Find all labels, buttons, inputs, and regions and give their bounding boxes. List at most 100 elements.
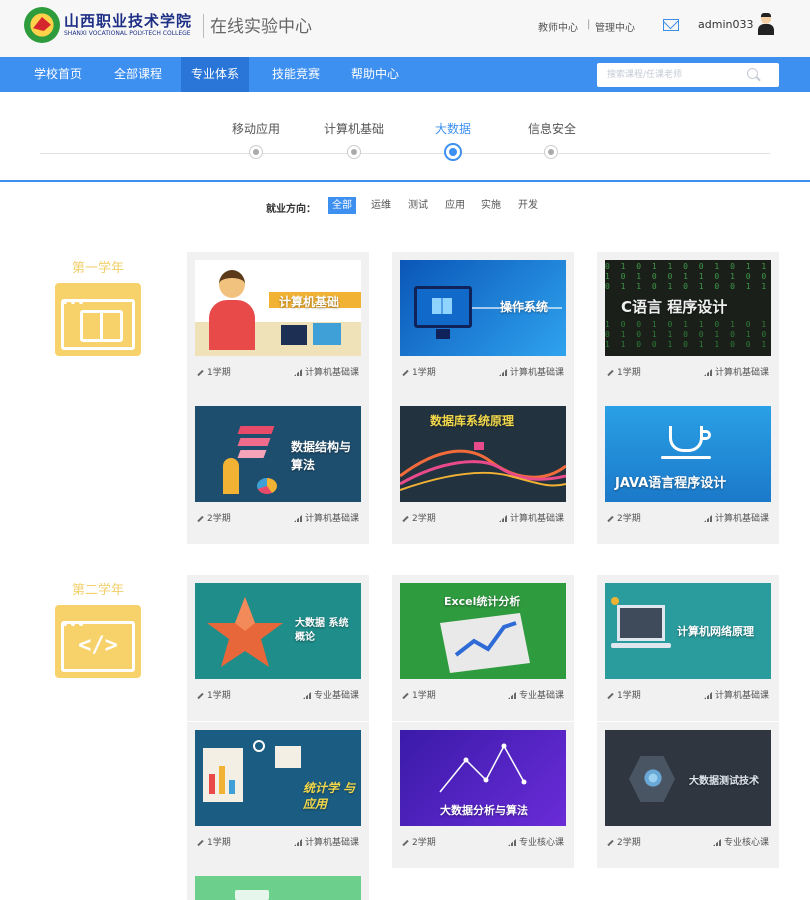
pencil-icon <box>197 515 204 522</box>
tab-dot-big-data[interactable] <box>444 143 462 161</box>
username[interactable]: admin033 <box>698 18 753 31</box>
level-icon <box>293 369 302 376</box>
admin-center-link[interactable]: 管理中心 <box>595 19 635 34</box>
course-card[interactable]: 统计学 与应用 1学期 计算机基础课 <box>187 722 369 868</box>
course-meta: 2学期 计算机基础课 <box>402 511 564 525</box>
level-icon <box>302 692 311 699</box>
course-card[interactable]: 大数据 系统概论 1学期 专业基础课 <box>187 575 369 721</box>
course-term: 1学期 <box>207 691 231 701</box>
year-one-title: 第一学年 <box>71 261 124 276</box>
course-thumbnail[interactable]: Excel统计分析 <box>400 583 566 679</box>
course-title: 大数据 系统概论 <box>295 618 349 643</box>
level-icon <box>703 692 712 699</box>
nav-item-help[interactable]: 帮助中心 <box>341 57 409 92</box>
course-thumbnail[interactable]: 大数据分析与算法 <box>400 730 566 826</box>
course-term: 2学期 <box>617 514 641 524</box>
nav-item-home[interactable]: 学校首页 <box>24 57 92 92</box>
course-thumbnail[interactable]: 0 1 0 1 1 0 0 1 0 1 11 0 1 0 0 1 1 0 1 0… <box>605 260 771 356</box>
course-card[interactable]: 大数据测试技术 2学期 专业核心课 <box>597 722 779 868</box>
filter-option-development[interactable]: 开发 <box>514 197 542 214</box>
tab-info-security[interactable]: 信息安全 <box>512 120 592 137</box>
pencil-icon <box>402 369 409 376</box>
level-icon <box>507 839 516 846</box>
course-term: 2学期 <box>412 838 436 848</box>
level-icon <box>293 839 302 846</box>
mail-icon[interactable] <box>663 19 679 31</box>
level-icon <box>703 515 712 522</box>
school-name[interactable]: 山西职业技术学院 <box>64 10 192 31</box>
tab-dot-info-security[interactable] <box>544 145 558 159</box>
level-icon <box>703 369 712 376</box>
teacher-center-link[interactable]: 教师中心 <box>538 19 578 34</box>
nav-item-all-courses[interactable]: 全部课程 <box>104 57 172 92</box>
header-divider <box>203 14 204 38</box>
tab-dot-mobile-apps[interactable] <box>249 145 263 159</box>
pencil-icon <box>607 839 614 846</box>
course-card[interactable]: JAVA语言程序设计 2学期 计算机基础课 <box>597 398 779 544</box>
course-card[interactable]: 操作系统 1学期 计算机基础课 <box>392 252 574 398</box>
course-title: 数据库系统原理 <box>430 414 515 428</box>
course-term: 1学期 <box>617 368 641 378</box>
filter-label: 就业方向： <box>266 204 316 215</box>
course-thumbnail[interactable]: 大数据测试技术 <box>605 730 771 826</box>
course-card[interactable]: 计算机基础 1学期 计算机基础课 <box>187 252 369 398</box>
course-thumbnail[interactable]: 操作系统 <box>400 260 566 356</box>
tab-mobile-apps[interactable]: 移动应用 <box>216 120 296 137</box>
course-card[interactable]: 大数据分析与算法 2学期 专业核心课 <box>392 722 574 868</box>
avatar[interactable] <box>758 13 774 35</box>
course-title: 计算机基础 <box>279 295 340 309</box>
course-meta: 1学期 计算机基础课 <box>197 365 359 379</box>
course-title: 大数据测试技术 <box>689 776 759 787</box>
course-thumbnail[interactable]: JAVA语言程序设计 <box>605 406 771 502</box>
tab-computer-basics[interactable]: 计算机基础 <box>314 120 394 137</box>
course-type: 专业核心课 <box>518 838 564 848</box>
course-thumbnail[interactable]: 数据结构与算法 <box>195 406 361 502</box>
course-type: 计算机基础课 <box>509 514 564 524</box>
course-thumbnail[interactable]: 计算机网络原理 <box>605 583 771 679</box>
pencil-icon <box>197 369 204 376</box>
course-thumbnail[interactable]: 数据库系统原理 <box>400 406 566 502</box>
course-thumbnail[interactable]: 计算机基础 <box>195 260 361 356</box>
course-thumbnail[interactable]: 大数据 系统概论 <box>195 583 361 679</box>
pencil-icon <box>402 839 409 846</box>
course-thumbnail[interactable]: 统计学 与应用 <box>195 730 361 826</box>
course-title: 操作系统 <box>500 300 549 314</box>
tab-dot-computer-basics[interactable] <box>347 145 361 159</box>
filter-option-ops[interactable]: 运维 <box>367 197 395 214</box>
book-icon <box>55 283 141 356</box>
course-card[interactable]: 计算机网络原理 1学期 计算机基础课 <box>597 575 779 721</box>
search-icon[interactable] <box>747 68 758 79</box>
course-meta: 1学期 专业基础课 <box>402 688 564 702</box>
nav-item-curriculum[interactable]: 专业体系 <box>181 57 250 92</box>
course-card[interactable]: Excel统计分析 1学期 专业基础课 <box>392 575 574 721</box>
filter-option-application[interactable]: 应用 <box>441 197 469 214</box>
year-two-title: 第二学年 <box>71 583 124 598</box>
course-meta: 1学期 计算机基础课 <box>607 688 769 702</box>
tab-big-data[interactable]: 大数据 <box>413 120 493 137</box>
school-logo-icon[interactable] <box>24 7 60 43</box>
course-meta: 2学期 专业核心课 <box>607 835 769 849</box>
filter-option-implementation[interactable]: 实施 <box>477 197 505 214</box>
course-card[interactable]: 数据结构与算法 2学期 计算机基础课 <box>187 398 369 544</box>
course-term: 1学期 <box>207 368 231 378</box>
course-title: 大数据分析与算法 <box>440 804 528 817</box>
course-type: 计算机基础课 <box>714 514 769 524</box>
course-card[interactable]: 0 1 0 1 1 0 0 1 0 1 11 0 1 0 0 1 1 0 1 0… <box>597 252 779 398</box>
nav-item-competitions[interactable]: 技能竞赛 <box>262 57 330 92</box>
course-meta: 1学期 计算机基础课 <box>402 365 564 379</box>
course-type: 专业基础课 <box>518 691 564 701</box>
tab-track-line <box>40 153 770 154</box>
level-icon <box>498 515 507 522</box>
course-thumbnail[interactable] <box>195 876 361 900</box>
pencil-icon <box>402 692 409 699</box>
course-type: 计算机基础课 <box>304 514 359 524</box>
level-icon <box>507 692 516 699</box>
filter-option-testing[interactable]: 测试 <box>404 197 432 214</box>
site-header: 山西职业技术学院 SHANXI VOCATIONAL POLY-TECH COL… <box>0 0 810 57</box>
filter-option-all[interactable]: 全部 <box>328 197 356 214</box>
course-term: 2学期 <box>617 838 641 848</box>
code-icon: </> <box>55 605 141 678</box>
pencil-icon <box>607 369 614 376</box>
course-card[interactable] <box>187 868 369 900</box>
course-card[interactable]: 数据库系统原理 2学期 计算机基础课 <box>392 398 574 544</box>
